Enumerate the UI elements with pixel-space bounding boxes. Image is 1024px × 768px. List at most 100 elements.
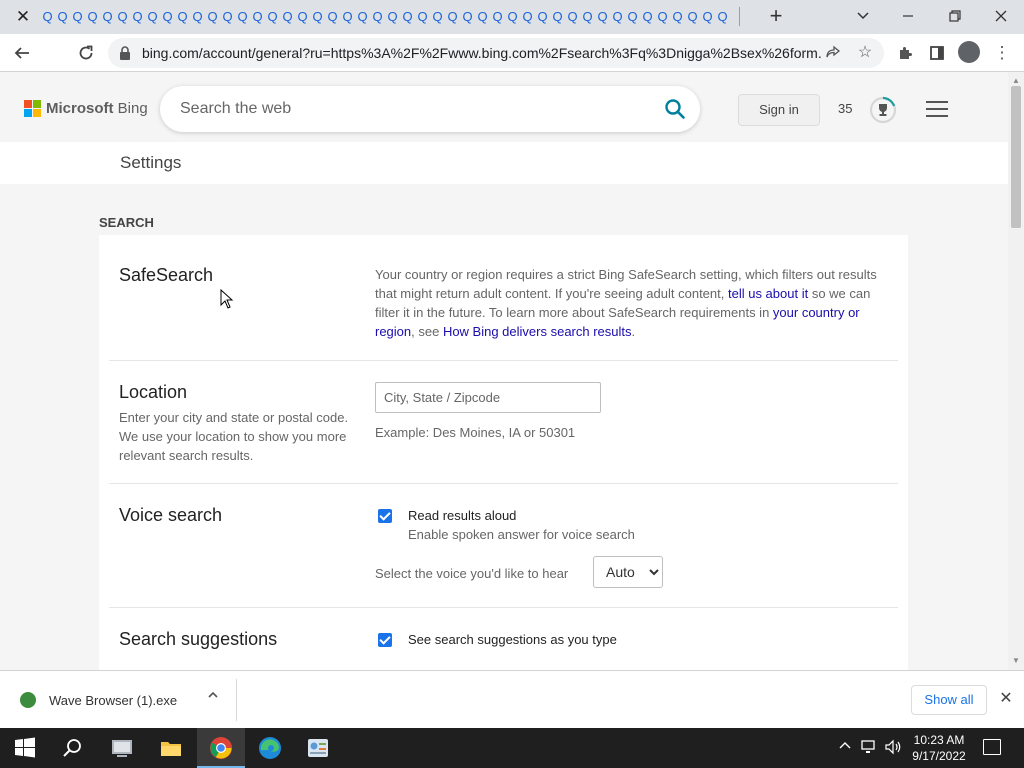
extensions-puzzle-icon[interactable] — [893, 41, 917, 65]
download-file-name[interactable]: Wave Browser (1).exe — [49, 693, 177, 708]
browser-tab-bing-icon[interactable]: Q — [385, 8, 400, 26]
scroll-thumb[interactable] — [1011, 86, 1021, 228]
minimize-icon[interactable] — [896, 4, 920, 28]
browser-tab-bing-icon[interactable]: Q — [250, 8, 265, 26]
browser-menu-icon[interactable]: ⋮ — [990, 41, 1014, 65]
bookmark-star-icon[interactable]: ☆ — [854, 42, 876, 64]
tell-us-link[interactable]: tell us about it — [728, 286, 808, 301]
browser-tab-bing-icon[interactable]: Q — [85, 8, 100, 26]
browser-tab-bing-icon[interactable]: Q — [235, 8, 250, 26]
edge-icon[interactable] — [258, 736, 282, 760]
search-suggestions-label[interactable]: See search suggestions as you type — [408, 632, 617, 647]
browser-tab-bing-icon[interactable]: Q — [640, 8, 655, 26]
browser-tab-bing-icon[interactable]: Q — [700, 8, 715, 26]
browser-tab-bing-icon[interactable]: Q — [310, 8, 325, 26]
rewards-trophy-icon[interactable] — [869, 96, 897, 124]
close-tab-icon[interactable]: ✕ — [14, 8, 32, 26]
browser-tab-bing-icon[interactable]: Q — [40, 8, 55, 26]
browser-tab-bing-icon[interactable]: Q — [340, 8, 355, 26]
back-icon[interactable] — [10, 41, 34, 65]
microsoft-logo-icon — [24, 100, 41, 117]
browser-tab-bing-icon[interactable]: Q — [265, 8, 280, 26]
browser-tab-bing-icon[interactable]: Q — [715, 8, 730, 26]
volume-icon[interactable] — [884, 739, 902, 758]
sign-in-button[interactable]: Sign in — [738, 94, 820, 126]
browser-tab-bing-icon[interactable]: Q — [610, 8, 625, 26]
reload-icon[interactable] — [74, 41, 98, 65]
browser-tab-bing-icon[interactable]: Q — [460, 8, 475, 26]
browser-tab-bing-icon[interactable]: Q — [190, 8, 205, 26]
browser-tab-bing-icon[interactable]: Q — [565, 8, 580, 26]
browser-tab-bing-icon[interactable]: Q — [670, 8, 685, 26]
browser-tab-bing-icon[interactable]: Q — [55, 8, 70, 26]
search-input[interactable] — [180, 98, 640, 120]
browser-tab-bing-icon[interactable]: Q — [505, 8, 520, 26]
browser-tab-bing-icon[interactable]: Q — [490, 8, 505, 26]
voice-select[interactable]: Auto — [593, 556, 663, 588]
browser-tab-bing-icon[interactable]: Q — [445, 8, 460, 26]
browser-tab-bing-icon[interactable]: Q — [685, 8, 700, 26]
scroll-down-icon[interactable]: ▼ — [1012, 656, 1020, 665]
notification-center-icon[interactable] — [983, 739, 1001, 755]
omnibox[interactable]: bing.com/account/general?ru=https%3A%2F%… — [108, 38, 884, 68]
browser-tab-bing-icon[interactable]: Q — [295, 8, 310, 26]
hamburger-menu-icon[interactable] — [926, 101, 948, 119]
rewards-count[interactable]: 35 — [838, 101, 852, 116]
browser-tab-bing-icon[interactable]: Q — [520, 8, 535, 26]
close-window-icon[interactable] — [989, 4, 1013, 28]
browser-tab-bing-icon[interactable]: Q — [160, 8, 175, 26]
new-tab-icon[interactable]: + — [766, 5, 786, 27]
chrome-icon[interactable] — [209, 736, 233, 760]
browser-tab-bing-icon[interactable]: Q — [550, 8, 565, 26]
browser-tab-bing-icon[interactable]: Q — [205, 8, 220, 26]
browser-tab-bing-icon[interactable]: Q — [400, 8, 415, 26]
browser-tab-bing-icon[interactable]: Q — [175, 8, 190, 26]
browser-tab-bing-icon[interactable]: Q — [475, 8, 490, 26]
browser-tab-bing-icon[interactable]: Q — [430, 8, 445, 26]
windows-start-icon[interactable] — [13, 736, 37, 760]
browser-tab-bing-icon[interactable]: Q — [100, 8, 115, 26]
tray-chevron-up-icon[interactable] — [838, 739, 852, 756]
profile-avatar-icon[interactable] — [958, 41, 980, 63]
browser-tab-bing-icon[interactable]: Q — [220, 8, 235, 26]
location-input[interactable] — [375, 382, 601, 413]
tab-search-chevron-icon[interactable] — [851, 4, 875, 28]
browser-tab-bing-icon[interactable]: Q — [535, 8, 550, 26]
read-results-aloud-checkbox[interactable] — [378, 509, 392, 523]
computer-app-icon[interactable] — [110, 736, 134, 760]
show-all-button[interactable]: Show all — [911, 685, 987, 715]
browser-tab-bing-icon[interactable]: Q — [280, 8, 295, 26]
wave-browser-file-icon[interactable] — [20, 692, 36, 708]
browser-tab-bing-icon[interactable]: Q — [145, 8, 160, 26]
search-icon[interactable] — [664, 98, 686, 120]
control-panel-icon[interactable] — [306, 736, 330, 760]
browser-tab-bing-icon[interactable]: Q — [370, 8, 385, 26]
browser-tab-bing-icon[interactable]: Q — [625, 8, 640, 26]
lock-icon[interactable] — [119, 46, 131, 60]
side-panel-icon[interactable] — [925, 41, 949, 65]
url-text[interactable]: bing.com/account/general?ru=https%3A%2F%… — [142, 45, 822, 61]
microsoft-bing-logo[interactable]: Microsoft Bing — [24, 100, 148, 117]
restore-icon[interactable] — [943, 4, 967, 28]
browser-tab-bing-icon[interactable]: Q — [655, 8, 670, 26]
browser-tab-bing-icon[interactable]: Q — [580, 8, 595, 26]
browser-tab-bing-icon[interactable]: Q — [325, 8, 340, 26]
page-scrollbar[interactable]: ▲ ▼ — [1008, 72, 1024, 670]
how-bing-delivers-link[interactable]: How Bing delivers search results — [443, 324, 632, 339]
browser-tab-bing-icon[interactable]: Q — [130, 8, 145, 26]
browser-tab-bing-icon[interactable]: Q — [355, 8, 370, 26]
chevron-up-icon[interactable] — [204, 689, 222, 707]
network-icon[interactable] — [861, 739, 879, 758]
close-download-bar-icon[interactable]: ✕ — [996, 689, 1016, 709]
browser-tab-bing-icon[interactable]: Q — [115, 8, 130, 26]
browser-tab-bing-icon[interactable]: Q — [595, 8, 610, 26]
browser-tab-bing-icon[interactable]: Q — [415, 8, 430, 26]
search-icon[interactable] — [61, 736, 85, 760]
share-icon[interactable] — [822, 42, 844, 64]
read-results-aloud-label[interactable]: Read results aloud — [408, 508, 516, 523]
browser-tab-bing-icon[interactable]: Q — [70, 8, 85, 26]
file-explorer-icon[interactable] — [159, 736, 183, 760]
taskbar-clock[interactable]: 10:23 AM 9/17/2022 — [906, 732, 972, 764]
search-suggestions-checkbox[interactable] — [378, 633, 392, 647]
scroll-up-icon[interactable]: ▲ — [1012, 76, 1020, 85]
